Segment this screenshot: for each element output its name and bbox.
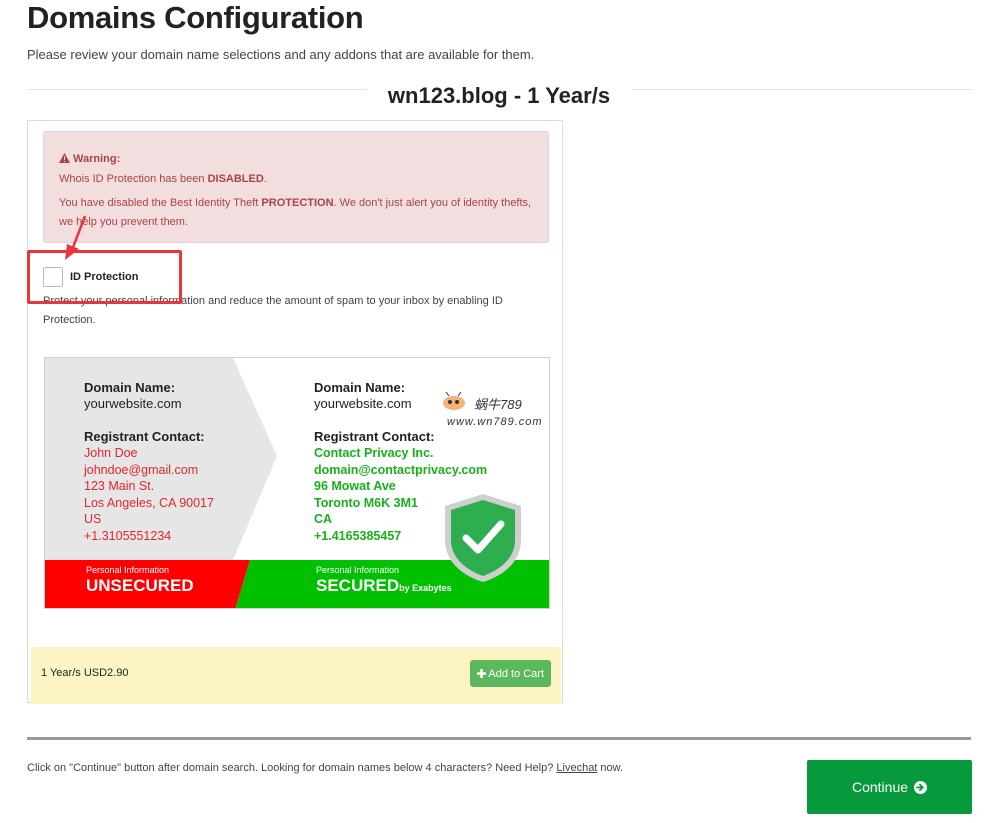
warning-line-protection: You have disabled the Best Identity Thef… xyxy=(59,197,532,228)
page-title: Domains Configuration xyxy=(27,0,364,35)
arrow-right-circle-icon xyxy=(914,780,928,794)
plus-icon xyxy=(477,669,487,678)
warning-triangle-icon xyxy=(59,151,70,170)
footer-help-text: Click on "Continue" button after domain … xyxy=(27,762,624,774)
page-subtitle: Please review your domain name selection… xyxy=(27,47,535,62)
livechat-link[interactable]: Livechat xyxy=(556,762,597,774)
warning-line-disabled: Whois ID Protection has been DISABLED. xyxy=(59,173,267,185)
id-protection-addon-card: Warning: Whois ID Protection has been DI… xyxy=(27,120,563,704)
section-divider-right xyxy=(632,89,972,90)
watermark-url: www.wn789.com xyxy=(447,416,543,428)
watermark-cn: 蜗牛789 xyxy=(474,397,522,412)
whois-comparison-image: Domain Name: yourwebsite.com Registrant … xyxy=(44,357,550,609)
footer-divider xyxy=(27,737,971,740)
add-to-cart-button[interactable]: Add to Cart xyxy=(470,660,551,687)
left-domain-label: Domain Name: xyxy=(84,380,176,395)
shield-check-icon xyxy=(445,494,521,582)
left-contact-lines: John Doe johndoe@gmail.com 123 Main St. … xyxy=(84,446,214,543)
warning-alert: Warning: Whois ID Protection has been DI… xyxy=(43,131,549,243)
continue-button[interactable]: Continue xyxy=(807,760,972,814)
right-domain-value: yourwebsite.com xyxy=(314,396,412,411)
left-strip-caption: Personal Information xyxy=(86,565,170,575)
continue-label: Continue xyxy=(851,779,909,795)
warning-title: Warning: xyxy=(73,153,121,165)
secured-label: SECUREDby Exabytes xyxy=(316,576,452,595)
right-strip-caption: Personal Information xyxy=(316,565,400,575)
right-contact-label: Registrant Contact: xyxy=(314,429,435,444)
unsecured-label: UNSECURED xyxy=(86,576,194,595)
pricing-bar: 1 Year/s USD2.90 Add to Cart xyxy=(31,647,561,704)
add-to-cart-label: Add to Cart xyxy=(488,667,544,680)
watermark-logo-icon xyxy=(441,391,467,417)
left-domain-value: yourwebsite.com xyxy=(84,396,182,411)
price-text: 1 Year/s USD2.90 xyxy=(41,667,129,679)
left-contact-label: Registrant Contact: xyxy=(84,429,205,444)
annotation-highlight-box xyxy=(27,250,182,304)
right-domain-label: Domain Name: xyxy=(314,380,406,395)
domain-heading: wn123.blog - 1 Year/s xyxy=(370,83,628,109)
section-divider-left xyxy=(27,89,367,90)
